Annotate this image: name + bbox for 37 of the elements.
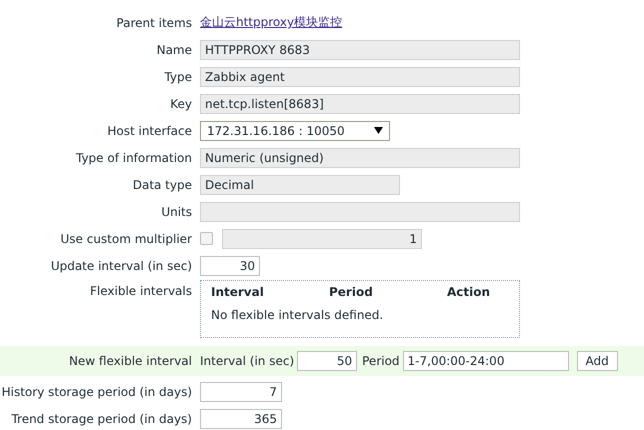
field-label: Units xyxy=(160,204,193,218)
field-label: Type of information xyxy=(74,150,193,164)
column-header: Action xyxy=(447,285,490,299)
number-field[interactable]: 365 xyxy=(200,408,282,428)
text-field[interactable]: net.tcp.listen[8683] xyxy=(200,94,520,114)
field-label: Key xyxy=(169,96,193,110)
field-label: Interval (in sec) xyxy=(200,354,294,368)
multiplier-field[interactable]: 1 xyxy=(222,228,422,248)
field-label: Name xyxy=(156,42,193,56)
column-header: Period xyxy=(329,285,374,299)
text-field[interactable]: HTTPPROXY 8683 xyxy=(200,40,520,60)
field-label: Data type xyxy=(132,178,193,192)
add-button[interactable]: Add xyxy=(576,351,618,371)
multiplier-checkbox[interactable] xyxy=(200,232,213,245)
field-label: Use custom multiplier xyxy=(59,232,193,246)
interface-dropdown[interactable]: 172.31.16.186 : 10050 xyxy=(200,120,390,140)
number-field[interactable]: 7 xyxy=(200,382,282,402)
column-header: Interval xyxy=(211,285,265,299)
empty-message: No flexible intervals defined. xyxy=(211,308,384,322)
text-field[interactable] xyxy=(200,202,520,222)
field-label: Trend storage period (in days) xyxy=(10,412,193,426)
field-label: Type xyxy=(163,70,193,84)
interval-field[interactable]: 50 xyxy=(297,351,358,371)
text-field[interactable]: Zabbix agent xyxy=(200,66,520,86)
period-field[interactable]: 1-7,00:00-24:00 xyxy=(402,351,569,371)
text-field[interactable]: Decimal xyxy=(200,174,400,194)
parent-item-link[interactable]: 金山云httpproxy模块监控 xyxy=(200,14,342,31)
number-field[interactable]: 30 xyxy=(200,256,260,276)
field-label: Flexible intervals xyxy=(89,283,193,298)
field-label: New flexible interval xyxy=(68,354,193,368)
field-label: Update interval (in sec) xyxy=(50,258,193,272)
field-label: Period xyxy=(362,354,400,368)
field-label: Parent items xyxy=(115,16,193,30)
text-field[interactable]: Numeric (unsigned) xyxy=(200,148,520,168)
field-label: History storage period (in days) xyxy=(0,384,193,398)
caret-icon xyxy=(374,127,383,134)
field-label: Host interface xyxy=(106,124,193,138)
